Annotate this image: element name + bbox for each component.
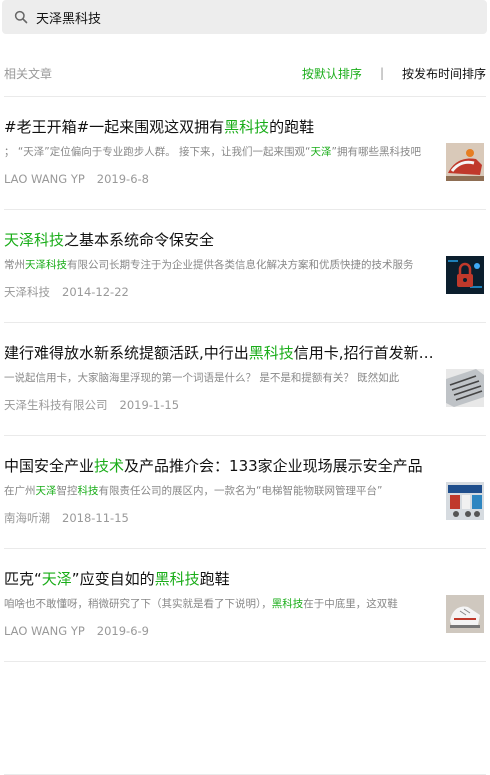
text-segment: 常州 (4, 259, 25, 271)
result-title[interactable]: 匹克“天泽”应变自如的黑科技跑鞋 (4, 569, 434, 589)
result-item[interactable]: 天泽科技之基本系统命令保安全 常州天泽科技有限公司长期专注于为企业提供各类信息化… (4, 210, 486, 323)
search-icon (14, 10, 28, 24)
text-segment: ”拥有哪些黑科技吧 (331, 146, 421, 158)
result-title[interactable]: 建行难得放水新系统提额活跃,中行出黑科技信用卡,招行首发新卡片 (4, 343, 434, 363)
exhibition-thumbnail[interactable] (446, 482, 484, 520)
text-segment: 跑鞋 (199, 570, 230, 588)
shoe-white-thumbnail[interactable] (446, 595, 484, 633)
text-segment: 有限公司长期专注于为企业提供各类信息化解决方案和优质快捷的技术服务 (67, 259, 414, 271)
result-date: 2019-6-9 (96, 624, 149, 638)
sort-by-time-button[interactable]: 按发布时间排序 (402, 65, 486, 82)
sort-bar: 相关文章 按默认排序 | 按发布时间排序 (4, 58, 486, 88)
text-segment: 咱啥也不敢懂呀，稍微研究了下（其实就是看了下说明）， (4, 598, 272, 610)
security-lock-thumbnail[interactable] (446, 256, 484, 294)
result-source: 天泽生科技有限公司 (4, 398, 108, 412)
text-segment: 匹克“ (4, 570, 42, 588)
highlighted-keyword: 天泽 (310, 146, 332, 158)
text-segment: #老王开箱#一起来围观这双拥有 (4, 118, 225, 136)
result-item[interactable]: 匹克“天泽”应变自如的黑科技跑鞋 咱啥也不敢懂呀，稍微研究了下（其实就是看了下说… (4, 549, 486, 662)
highlighted-keyword: 天泽科技 (25, 259, 67, 271)
text-segment: 在于中底里，这双鞋 (303, 598, 398, 610)
result-meta: 天泽科技 2014-12-22 (4, 284, 129, 300)
result-source: LAO WANG YP (4, 172, 85, 186)
result-title[interactable]: #老王开箱#一起来围观这双拥有黑科技的跑鞋 (4, 117, 434, 137)
result-item[interactable]: 建行难得放水新系统提额活跃,中行出黑科技信用卡,招行首发新卡片 一说起信用卡，大… (4, 323, 486, 436)
text-segment: 信用卡,招行首发新卡片 (293, 344, 434, 362)
result-snippet: 在广州天泽智控科技有限责任公司的展区内，一款名为“电梯智能物联网管理平台” (4, 483, 434, 499)
result-item[interactable]: 中国安全产业技术及产品推介会：133家企业现场展示安全产品 在广州天泽智控科技有… (4, 436, 486, 549)
text-segment: 及产品推介会：133家企业现场展示安全产品 (124, 457, 423, 475)
text-segment: 中国安全产业 (4, 457, 95, 475)
highlighted-keyword: 科技 (77, 485, 99, 497)
result-title[interactable]: 天泽科技之基本系统命令保安全 (4, 230, 434, 250)
result-title[interactable]: 中国安全产业技术及产品推介会：133家企业现场展示安全产品 (4, 456, 434, 476)
results-list: #老王开箱#一起来围观这双拥有黑科技的跑鞋 ； “天泽”定位偏向于专业跑步人群。… (4, 97, 486, 775)
result-item[interactable] (4, 662, 486, 775)
highlighted-keyword: 黑科技 (271, 598, 304, 610)
text-segment: 之基本系统命令保安全 (64, 231, 215, 249)
highlighted-keyword: 天泽 (35, 485, 57, 497)
result-meta: LAO WANG YP 2019-6-8 (4, 171, 149, 187)
shoe-colorful-thumbnail[interactable] (446, 143, 484, 181)
section-label: 相关文章 (4, 66, 53, 81)
result-date: 2019-1-15 (119, 398, 180, 412)
result-meta: 南海听潮 2018-11-15 (4, 510, 129, 526)
text-segment: 一说起信用卡，大家脑海里浮现的第一个词语是什么？ 是不是和提额有关？ 既然如此 (4, 372, 400, 384)
laptop-keyboard-thumbnail[interactable] (446, 369, 484, 407)
highlighted-keyword: 天泽科技 (4, 231, 65, 249)
text-segment: 的跑鞋 (269, 118, 315, 136)
result-meta: 天泽生科技有限公司 2019-1-15 (4, 397, 179, 413)
highlighted-keyword: 天泽 (41, 570, 72, 588)
result-date: 2014-12-22 (62, 285, 129, 299)
result-snippet: 咱啥也不敢懂呀，稍微研究了下（其实就是看了下说明），黑科技在于中底里，这双鞋 (4, 596, 434, 612)
result-date: 2019-6-8 (96, 172, 149, 186)
text-segment: ”应变自如的 (71, 570, 155, 588)
result-meta: LAO WANG YP 2019-6-9 (4, 623, 149, 639)
result-snippet: 一说起信用卡，大家脑海里浮现的第一个词语是什么？ 是不是和提额有关？ 既然如此 (4, 370, 434, 386)
result-date: 2018-11-15 (62, 511, 129, 525)
highlighted-keyword: 黑科技 (224, 118, 270, 136)
result-snippet: ； “天泽”定位偏向于专业跑步人群。 接下来，让我们一起来围观“天泽”拥有哪些黑… (4, 144, 434, 160)
text-segment: 有限责任公司的展区内，一款名为“电梯智能物联网管理平台” (98, 485, 383, 497)
highlighted-keyword: 黑科技 (248, 344, 294, 362)
text-segment: ； “天泽”定位偏向于专业跑步人群。 接下来，让我们一起来围观“ (4, 146, 311, 158)
sort-default-button[interactable]: 按默认排序 (302, 65, 362, 82)
text-segment: 建行难得放水新系统提额活跃,中行出 (4, 344, 249, 362)
sort-divider: | (379, 66, 384, 80)
result-snippet: 常州天泽科技有限公司长期专注于为企业提供各类信息化解决方案和优质快捷的技术服务 (4, 257, 434, 273)
search-bar[interactable]: 天泽黑科技 (2, 0, 487, 34)
text-segment: 在广州 (4, 485, 36, 497)
highlighted-keyword: 黑科技 (154, 570, 200, 588)
text-segment: 智控 (56, 485, 78, 497)
result-item[interactable]: #老王开箱#一起来围观这双拥有黑科技的跑鞋 ； “天泽”定位偏向于专业跑步人群。… (4, 97, 486, 210)
result-source: 南海听潮 (4, 511, 50, 525)
result-source: LAO WANG YP (4, 624, 85, 638)
search-input[interactable]: 天泽黑科技 (36, 8, 101, 27)
highlighted-keyword: 技术 (94, 457, 125, 475)
result-source: 天泽科技 (4, 285, 50, 299)
sort-options: 按默认排序 | 按发布时间排序 (302, 65, 486, 82)
